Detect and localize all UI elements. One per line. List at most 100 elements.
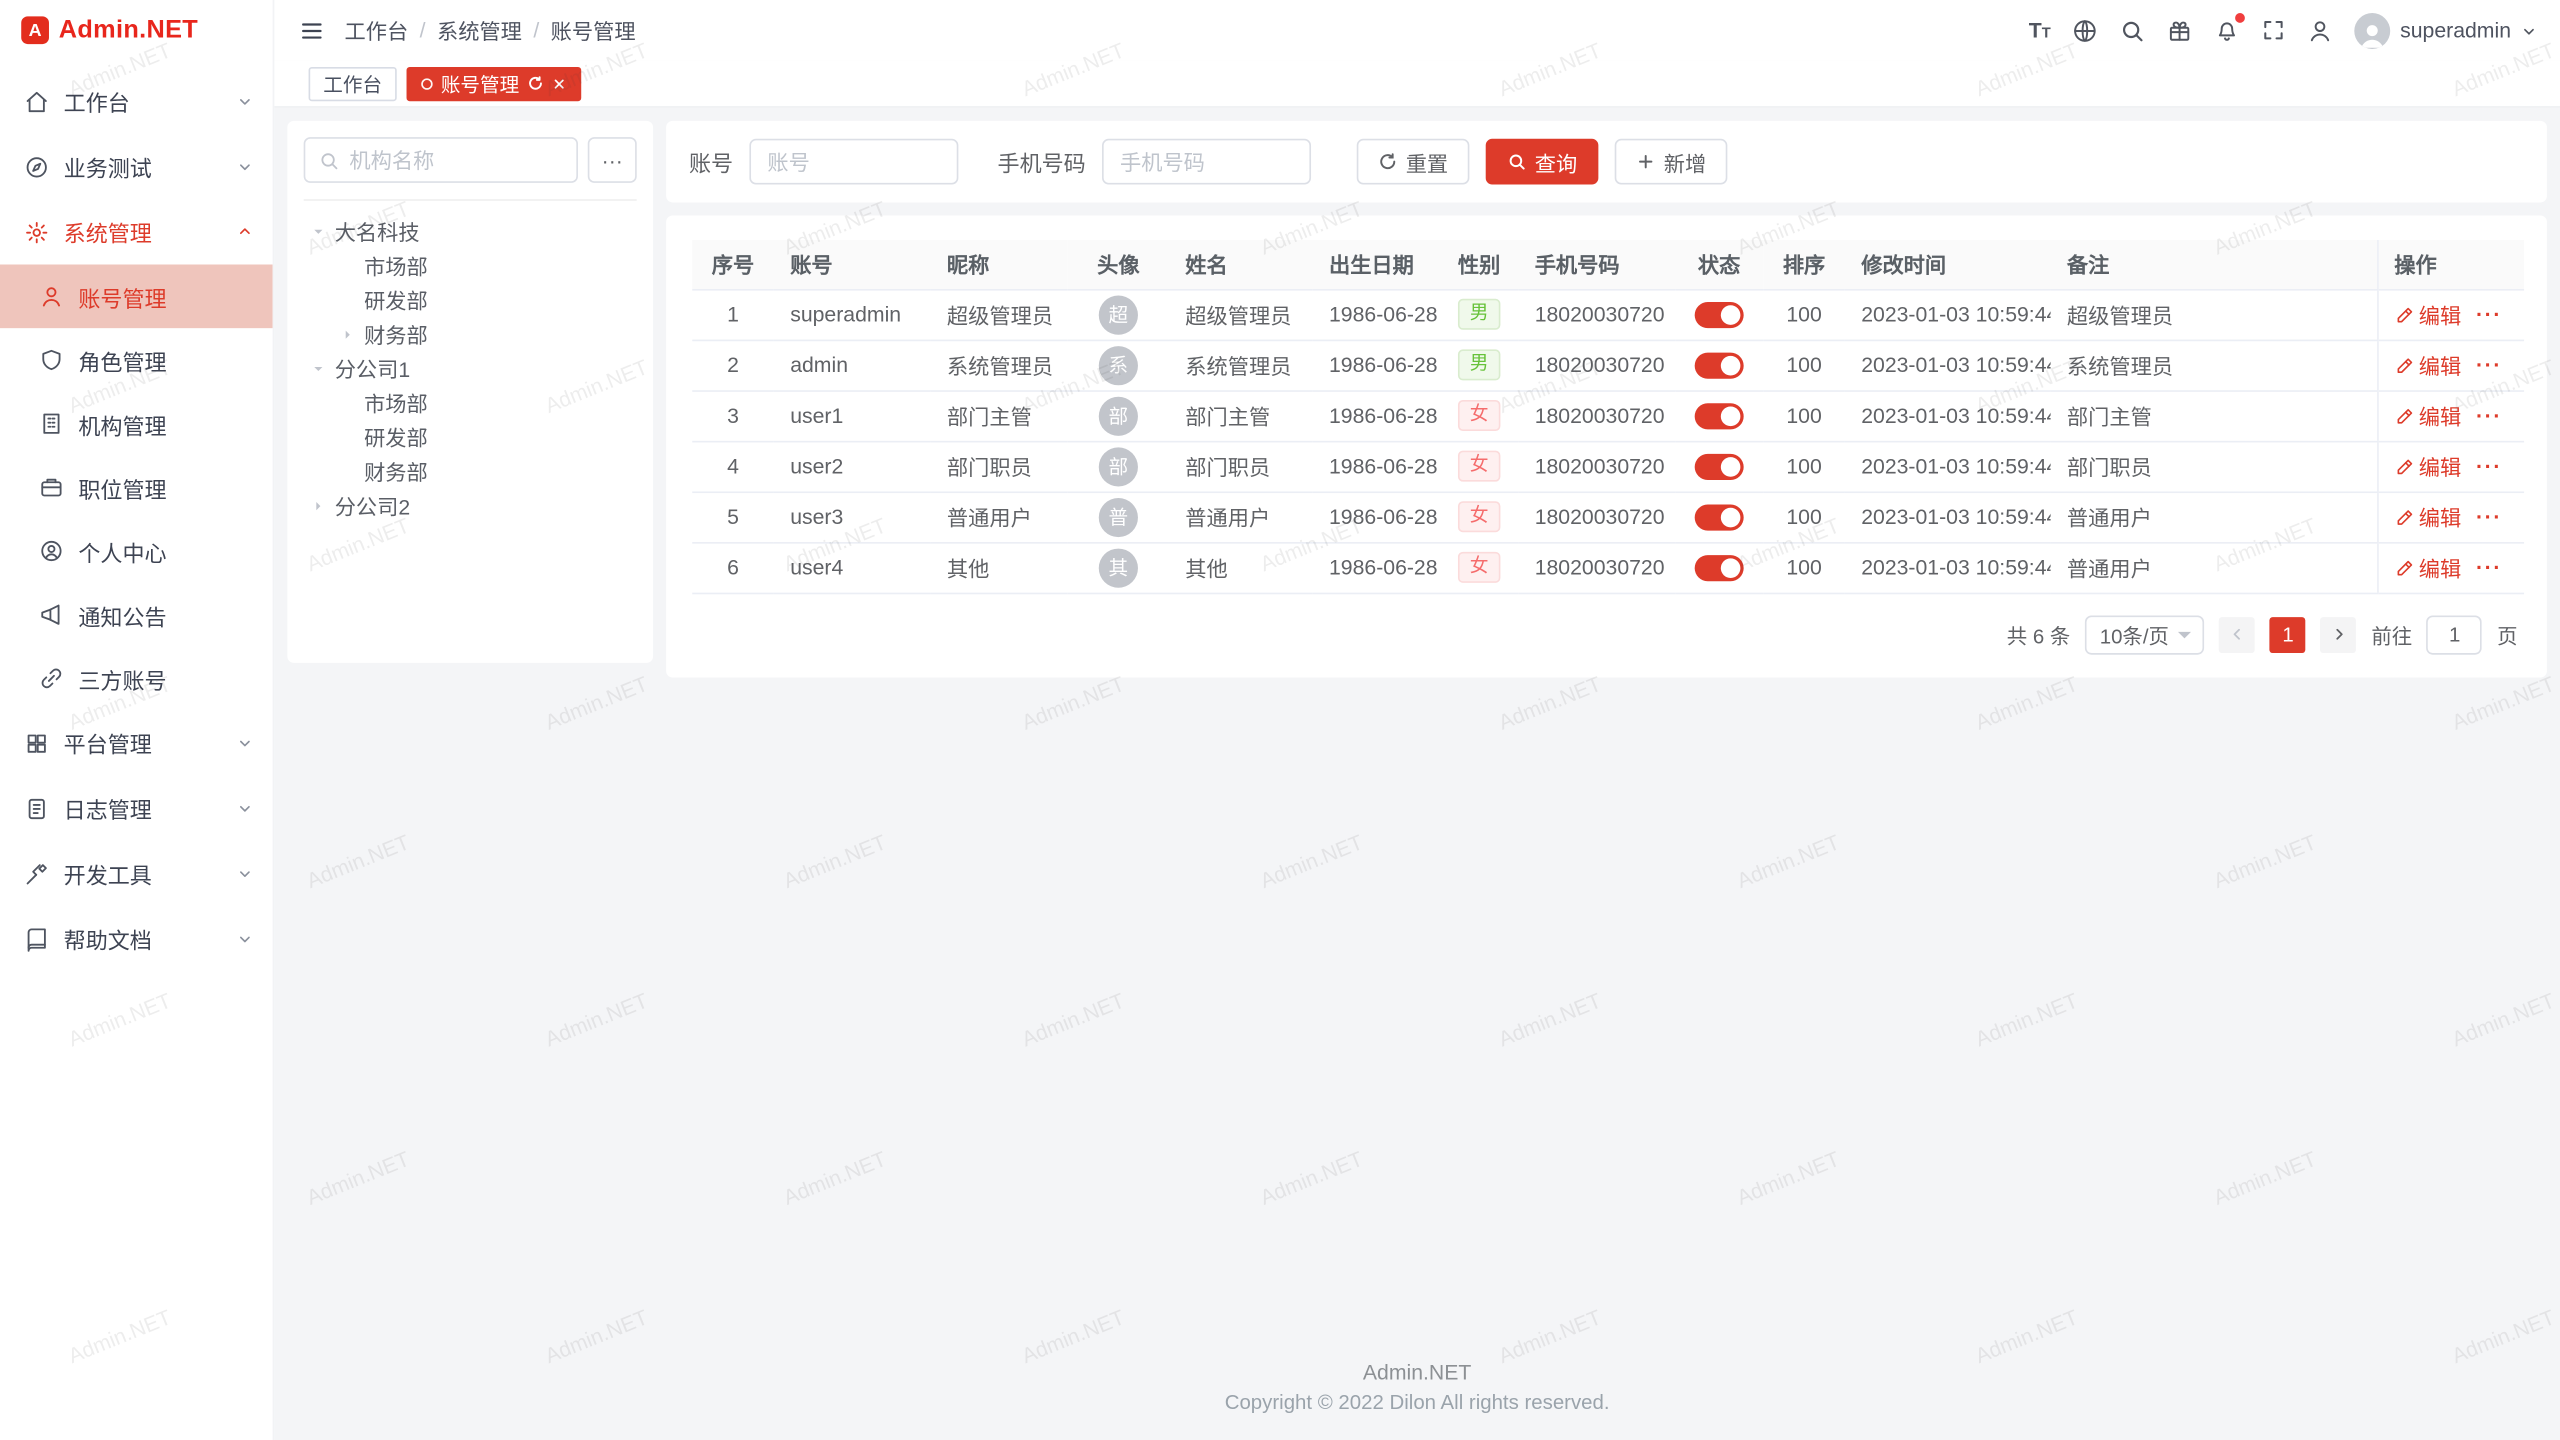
sidebar-item-12[interactable]: 开发工具 [0, 841, 273, 906]
fullscreen-icon[interactable] [2261, 18, 2285, 42]
row-more-button[interactable]: ··· [2476, 405, 2502, 426]
sidebar-item-label: 日志管理 [64, 792, 222, 825]
sidebar-item-2[interactable]: 系统管理 [0, 199, 273, 264]
filter-bar: 账号 手机号码 重置 [666, 121, 2547, 203]
cell-sort: 100 [1786, 403, 1821, 427]
column-header-operation: 操作 [2377, 240, 2524, 289]
notification-icon[interactable] [2214, 17, 2240, 43]
sidebar-item-11[interactable]: 日志管理 [0, 776, 273, 841]
status-toggle[interactable] [1695, 352, 1744, 378]
logo[interactable]: A Admin.NET [0, 0, 273, 60]
cell-modified_time: 2023-01-03 10:59:44 [1861, 353, 2050, 377]
tree-node-3[interactable]: 财务部 [304, 317, 637, 351]
tab-0[interactable]: 工作台 [309, 66, 397, 100]
cell-birth_date: 1986-06-28 [1329, 504, 1438, 528]
status-toggle[interactable] [1695, 555, 1744, 581]
sidebar: A Admin.NET 工作台业务测试系统管理账号管理角色管理机构管理职位管理个… [0, 0, 274, 1440]
breadcrumb-item[interactable]: 工作台 [344, 15, 408, 46]
page-number-1[interactable]: 1 [2270, 616, 2306, 652]
prev-page-button[interactable] [2220, 616, 2256, 652]
tree-node-label: 财务部 [364, 318, 428, 349]
tree-node-7[interactable]: 财务部 [304, 454, 637, 488]
page-unit-label: 页 [2497, 619, 2517, 650]
profile-icon[interactable] [2307, 17, 2333, 43]
cell-remark: 超级管理员 [2067, 304, 2173, 328]
status-toggle[interactable] [1695, 302, 1744, 328]
query-button[interactable]: 查询 [1486, 139, 1599, 185]
sidebar-item-8[interactable]: 通知公告 [0, 583, 273, 647]
cell-account: user1 [790, 403, 843, 427]
tree-node-5[interactable]: 市场部 [304, 385, 637, 419]
tree-node-0[interactable]: 大名科技 [304, 214, 637, 248]
content-row: ··· 大名科技市场部研发部财务部分公司1市场部研发部财务部分公司2 账号 手机… [287, 121, 2547, 677]
sidebar-item-label: 个人中心 [78, 535, 253, 568]
edit-button[interactable]: 编辑 [2394, 349, 2461, 380]
add-button[interactable]: 新增 [1615, 139, 1728, 185]
hamburger-menu-icon[interactable] [299, 17, 325, 43]
row-more-button[interactable]: ··· [2476, 506, 2502, 527]
sidebar-item-4[interactable]: 角色管理 [0, 328, 273, 392]
edit-button[interactable]: 编辑 [2394, 552, 2461, 583]
table-row-0: 1superadmin超级管理员超超级管理员1986-06-28男1802003… [692, 289, 2524, 340]
chevron-down-icon [237, 931, 253, 947]
tab-1[interactable]: 账号管理 [407, 66, 582, 100]
status-toggle[interactable] [1695, 504, 1744, 530]
sidebar-item-0[interactable]: 工作台 [0, 69, 273, 134]
edit-button[interactable]: 编辑 [2394, 299, 2461, 330]
gift-icon[interactable] [2167, 17, 2193, 43]
table-row-3: 4user2部门职员部部门职员1986-06-28女18020030720100… [692, 441, 2524, 492]
user-menu[interactable]: superadmin [2354, 12, 2537, 48]
edit-label: 编辑 [2419, 451, 2461, 482]
sidebar-item-3[interactable]: 账号管理 [0, 264, 273, 328]
row-more-button[interactable]: ··· [2476, 354, 2502, 375]
tree-node-2[interactable]: 研发部 [304, 282, 637, 316]
edit-button[interactable]: 编辑 [2394, 501, 2461, 532]
tree-node-8[interactable]: 分公司2 [304, 488, 637, 522]
goto-page-input[interactable] [2427, 615, 2483, 654]
status-toggle[interactable] [1695, 454, 1744, 480]
cell-index: 5 [727, 504, 739, 528]
reset-button[interactable]: 重置 [1357, 139, 1470, 185]
phone-label: 手机号码 [998, 145, 1086, 178]
phone-input[interactable] [1102, 139, 1311, 185]
refresh-icon[interactable] [527, 75, 543, 91]
status-toggle[interactable] [1695, 403, 1744, 429]
gender-tag: 女 [1458, 400, 1500, 431]
docs-icon [24, 927, 48, 951]
row-more-button[interactable]: ··· [2476, 557, 2502, 578]
font-size-icon[interactable]: TT [2029, 20, 2051, 41]
column-header-modified_time: 修改时间 [1845, 240, 2051, 289]
sidebar-item-10[interactable]: 平台管理 [0, 710, 273, 775]
user-table-card: 序号账号昵称头像姓名出生日期性别手机号码状态排序修改时间备注操作1superad… [666, 216, 2547, 677]
tree-node-1[interactable]: 市场部 [304, 248, 637, 282]
sidebar-item-7[interactable]: 个人中心 [0, 519, 273, 583]
breadcrumb-item[interactable]: 系统管理 [437, 15, 522, 46]
cell-nickname: 超级管理员 [947, 304, 1053, 328]
sidebar-item-5[interactable]: 机构管理 [0, 392, 273, 456]
org-search-input[interactable] [349, 148, 563, 172]
page-size-select[interactable]: 10条/页 [2085, 615, 2205, 654]
gender-tag: 男 [1458, 349, 1500, 380]
row-more-button[interactable]: ··· [2476, 456, 2502, 477]
globe-icon[interactable] [2072, 17, 2098, 43]
next-page-button[interactable] [2321, 616, 2357, 652]
row-more-button[interactable]: ··· [2476, 304, 2502, 325]
user-icon [39, 284, 63, 308]
tree-node-4[interactable]: 分公司1 [304, 351, 637, 385]
sidebar-item-9[interactable]: 三方账号 [0, 647, 273, 711]
account-input[interactable] [749, 139, 958, 185]
org-more-button[interactable]: ··· [588, 137, 637, 183]
tree-node-6[interactable]: 研发部 [304, 420, 637, 454]
close-icon[interactable] [552, 76, 567, 91]
sidebar-item-13[interactable]: 帮助文档 [0, 906, 273, 971]
edit-button[interactable]: 编辑 [2394, 400, 2461, 431]
sidebar-menu: 工作台业务测试系统管理账号管理角色管理机构管理职位管理个人中心通知公告三方账号平… [0, 60, 273, 1440]
tree-node-label: 市场部 [364, 250, 428, 281]
search-icon[interactable] [2119, 17, 2145, 43]
sidebar-item-label: 系统管理 [64, 216, 222, 249]
edit-button[interactable]: 编辑 [2394, 451, 2461, 482]
cell-account: user2 [790, 454, 843, 478]
sidebar-item-6[interactable]: 职位管理 [0, 456, 273, 520]
sidebar-item-1[interactable]: 业务测试 [0, 134, 273, 199]
goto-label: 前往 [2371, 619, 2412, 650]
